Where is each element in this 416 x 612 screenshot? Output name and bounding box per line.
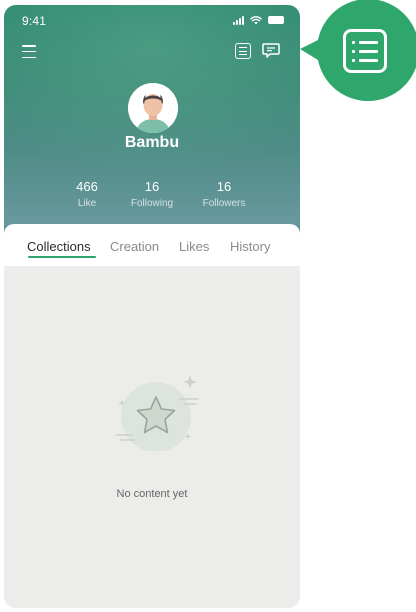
- content-area: No content yet: [4, 266, 300, 608]
- tab-bar: Collections Creation Likes History: [4, 224, 300, 266]
- stat-likes[interactable]: 466 Like: [52, 179, 122, 211]
- phone-screen: 9:41 Bambu 466 Like 16 Following 16 Foll…: [4, 5, 300, 608]
- username: Bambu: [124, 134, 180, 151]
- stat-following[interactable]: 16 Following: [117, 179, 187, 211]
- stat-label: Followers: [202, 198, 246, 209]
- top-toolbar: [4, 43, 300, 65]
- stat-followers[interactable]: 16 Followers: [189, 179, 259, 211]
- stat-value: 16: [144, 179, 160, 194]
- tab-history[interactable]: History: [230, 239, 270, 254]
- hamburger-menu-icon[interactable]: [22, 45, 36, 58]
- avatar[interactable]: [128, 83, 178, 133]
- profile-header: 9:41 Bambu 466 Like 16 Following 16 Foll…: [4, 5, 300, 235]
- message-icon[interactable]: [262, 43, 280, 58]
- page: 9:41 Bambu 466 Like 16 Following 16 Foll…: [0, 0, 416, 612]
- active-tab-indicator: [28, 256, 96, 258]
- stat-value: 16: [216, 179, 232, 194]
- tab-collections[interactable]: Collections: [27, 239, 91, 254]
- star-icon: [115, 375, 199, 451]
- profile-stats: 466 Like 16 Following 16 Followers: [4, 179, 300, 219]
- tab-likes[interactable]: Likes: [179, 239, 209, 254]
- avatar-image: [128, 83, 178, 133]
- signal-icon: [233, 15, 244, 25]
- tab-creation[interactable]: Creation: [110, 239, 159, 254]
- stat-label: Like: [77, 198, 97, 209]
- status-icons: [233, 15, 284, 25]
- empty-state-message: No content yet: [116, 488, 188, 500]
- status-time: 9:41: [22, 14, 47, 28]
- stat-value: 466: [76, 179, 98, 194]
- list-icon[interactable]: [235, 43, 251, 59]
- status-bar: 9:41: [4, 5, 300, 35]
- wifi-icon: [250, 16, 262, 25]
- list-icon: [343, 29, 387, 73]
- stat-label: Following: [130, 198, 174, 209]
- battery-icon: [268, 16, 284, 24]
